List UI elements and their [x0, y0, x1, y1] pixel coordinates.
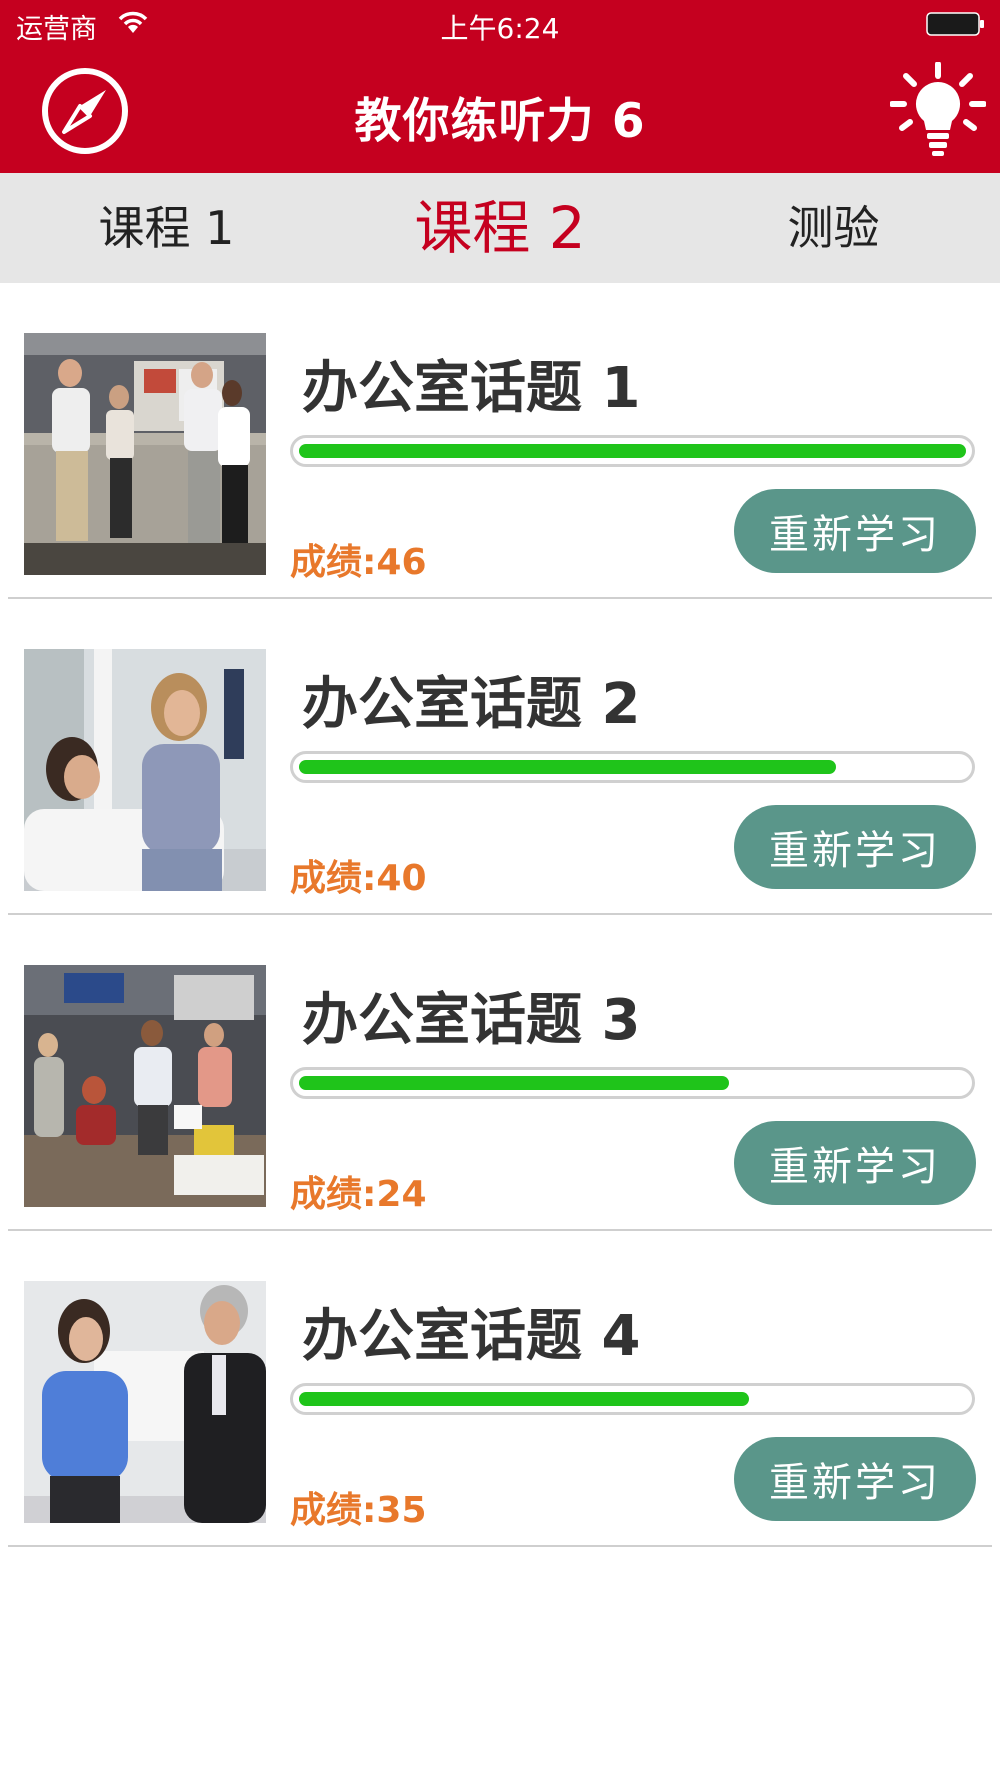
lesson-progress-bar — [290, 435, 975, 467]
lesson-progress-fill — [299, 444, 966, 458]
lesson-progress-fill — [299, 1392, 749, 1406]
lesson-row[interactable]: 办公室话题 4 成绩:35 重新学习 — [0, 1231, 1000, 1547]
lesson-thumbnail — [24, 965, 266, 1207]
lesson-row[interactable]: 办公室话题 3 成绩:24 重新学习 — [0, 915, 1000, 1231]
relearn-button[interactable]: 重新学习 — [734, 1437, 976, 1521]
lesson-score: 成绩:40 — [290, 858, 427, 899]
lesson-row[interactable]: 办公室话题 1 成绩:46 重新学习 — [0, 283, 1000, 599]
lesson-thumbnail — [24, 649, 266, 891]
lesson-thumbnail — [24, 333, 266, 575]
lesson-score: 成绩:35 — [290, 1490, 427, 1531]
relearn-button[interactable]: 重新学习 — [734, 489, 976, 573]
tab-quiz[interactable]: 测验 — [667, 173, 1000, 283]
relearn-button[interactable]: 重新学习 — [734, 1121, 976, 1205]
battery-icon — [926, 12, 984, 36]
lesson-progress-bar — [290, 1383, 975, 1415]
lesson-title: 办公室话题 3 — [302, 988, 641, 1053]
lesson-score: 成绩:46 — [290, 542, 427, 583]
lesson-title: 办公室话题 1 — [302, 356, 641, 421]
status-time: 上午6:24 — [440, 12, 560, 45]
row-divider — [8, 1545, 992, 1547]
lesson-progress-bar — [290, 1067, 975, 1099]
lesson-title: 办公室话题 2 — [302, 672, 641, 737]
relearn-button[interactable]: 重新学习 — [734, 805, 976, 889]
lesson-progress-bar — [290, 751, 975, 783]
page-title: 教你练听力 6 — [354, 94, 646, 149]
lesson-score: 成绩:24 — [290, 1174, 427, 1215]
lesson-thumbnail — [24, 1281, 266, 1523]
lesson-list: 办公室话题 1 成绩:46 重新学习 办公室话题 2 成绩:40 重新学习 办公… — [0, 283, 1000, 1547]
lesson-progress-fill — [299, 1076, 729, 1090]
app-header: 运营商 上午6:24 教你练听力 6 — [0, 0, 1000, 173]
course-tabs: 课程 1 课程 2 测验 — [0, 173, 1000, 283]
lesson-row[interactable]: 办公室话题 2 成绩:40 重新学习 — [0, 599, 1000, 915]
lightbulb-icon[interactable] — [890, 62, 986, 158]
lesson-progress-fill — [299, 760, 836, 774]
tab-course-2[interactable]: 课程 2 — [333, 173, 667, 283]
lesson-title: 办公室话题 4 — [302, 1304, 641, 1369]
status-bar: 运营商 上午6:24 — [0, 0, 1000, 50]
tab-course-1[interactable]: 课程 1 — [0, 173, 333, 283]
